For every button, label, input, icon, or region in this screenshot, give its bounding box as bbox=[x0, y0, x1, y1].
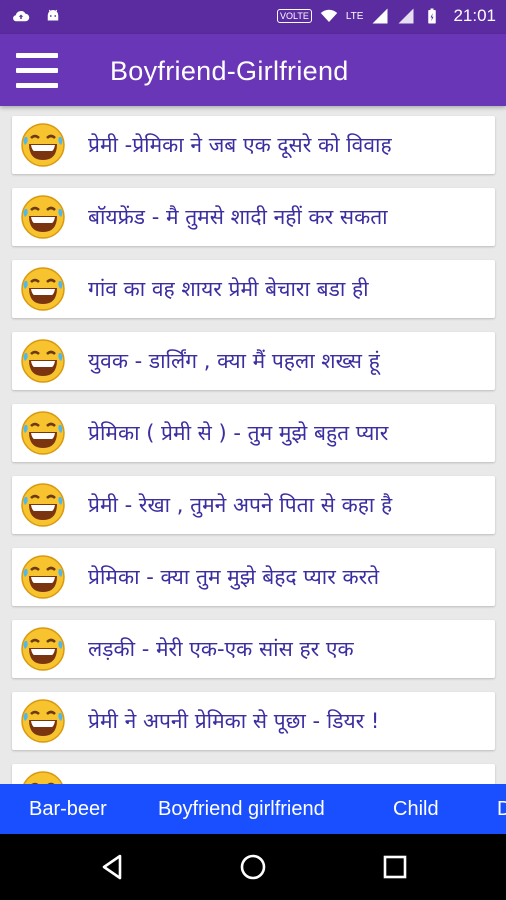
laughing-emoji-icon bbox=[21, 195, 65, 239]
list-item-text: गांव का वह शायर प्रेमी बेचारा बडा ही bbox=[88, 277, 369, 301]
list-item[interactable]: गांव का वह शायर प्रेमी बेचारा बडा ही bbox=[12, 260, 495, 318]
volte-badge: VOLTE bbox=[277, 9, 312, 23]
battery-icon bbox=[428, 8, 437, 24]
list-item-text: प्रेमिका ( प्रेमी से ) - तुम मुझे बहुत प… bbox=[88, 421, 389, 445]
list-item-text: बॉयफ्रेंड - मै तुमसे शादी नहीं कर सकता bbox=[88, 205, 388, 229]
home-icon[interactable] bbox=[238, 852, 268, 882]
joke-list[interactable]: प्रेमी -प्रेमिका ने जब एक दूसरे को विवाह… bbox=[0, 106, 506, 784]
list-item[interactable] bbox=[12, 764, 495, 784]
laughing-emoji-icon bbox=[23, 771, 63, 784]
list-item[interactable]: प्रेमिका - क्या तुम मुझे बेहद प्यार करते bbox=[12, 548, 495, 606]
list-item[interactable]: युवक - डार्लिंग , क्या मैं पहला शख्स हूं bbox=[12, 332, 495, 390]
list-item[interactable]: बॉयफ्रेंड - मै तुमसे शादी नहीं कर सकता bbox=[12, 188, 495, 246]
back-icon[interactable] bbox=[98, 852, 128, 882]
system-nav-bar bbox=[0, 834, 506, 900]
recents-icon[interactable] bbox=[380, 852, 410, 882]
laughing-emoji-icon bbox=[21, 555, 65, 599]
tab-child[interactable]: Child bbox=[393, 784, 439, 834]
laughing-emoji-icon bbox=[21, 699, 65, 743]
list-item-text bbox=[88, 764, 488, 784]
signal-icon bbox=[398, 8, 414, 24]
laughing-emoji-icon bbox=[21, 267, 65, 311]
laughing-emoji-icon bbox=[21, 411, 65, 455]
list-item-text: प्रेमी ने अपनी प्रेमिका से पूछा - डियर ! bbox=[88, 709, 380, 733]
list-item-text: प्रेमी - रेखा , तुमने अपने पिता से कहा ह… bbox=[88, 493, 393, 517]
signal-icon bbox=[372, 8, 388, 24]
tab-partial[interactable]: D bbox=[497, 784, 506, 834]
laughing-emoji-icon bbox=[21, 483, 65, 527]
list-item[interactable]: लड़की - मेरी एक-एक सांस हर एक bbox=[12, 620, 495, 678]
tab-boyfriend-girlfriend[interactable]: Boyfriend girlfriend bbox=[158, 784, 325, 834]
status-bar: VOLTE LTE 21:01 bbox=[0, 0, 506, 34]
network-type: LTE bbox=[345, 10, 364, 22]
list-item[interactable]: प्रेमी ने अपनी प्रेमिका से पूछा - डियर ! bbox=[12, 692, 495, 750]
list-item[interactable]: प्रेमिका ( प्रेमी से ) - तुम मुझे बहुत प… bbox=[12, 404, 495, 462]
android-icon bbox=[47, 9, 59, 21]
laughing-emoji-icon bbox=[21, 627, 65, 671]
clock: 21:01 bbox=[453, 6, 496, 25]
laughing-emoji-icon bbox=[21, 339, 65, 383]
list-item[interactable]: प्रेमी -प्रेमिका ने जब एक दूसरे को विवाह bbox=[12, 116, 495, 174]
wifi-icon bbox=[320, 9, 338, 22]
hamburger-menu-icon[interactable] bbox=[16, 53, 58, 89]
list-item-text: प्रेमिका - क्या तुम मुझे बेहद प्यार करते bbox=[88, 565, 380, 589]
list-item-text: युवक - डार्लिंग , क्या मैं पहला शख्स हूं bbox=[88, 349, 380, 373]
tab-bar-beer[interactable]: Bar-beer bbox=[29, 784, 107, 834]
app-bar: Boyfriend-Girlfriend bbox=[0, 34, 506, 106]
laughing-emoji-icon bbox=[21, 123, 65, 167]
cloud-upload-icon bbox=[13, 11, 30, 22]
list-item[interactable]: प्रेमी - रेखा , तुमने अपने पिता से कहा ह… bbox=[12, 476, 495, 534]
category-tab-bar[interactable]: Bar-beer Boyfriend girlfriend Child D bbox=[0, 784, 506, 834]
list-item-text: लड़की - मेरी एक-एक सांस हर एक bbox=[88, 637, 354, 661]
list-item-text: प्रेमी -प्रेमिका ने जब एक दूसरे को विवाह bbox=[88, 133, 392, 157]
page-title: Boyfriend-Girlfriend bbox=[110, 56, 349, 86]
